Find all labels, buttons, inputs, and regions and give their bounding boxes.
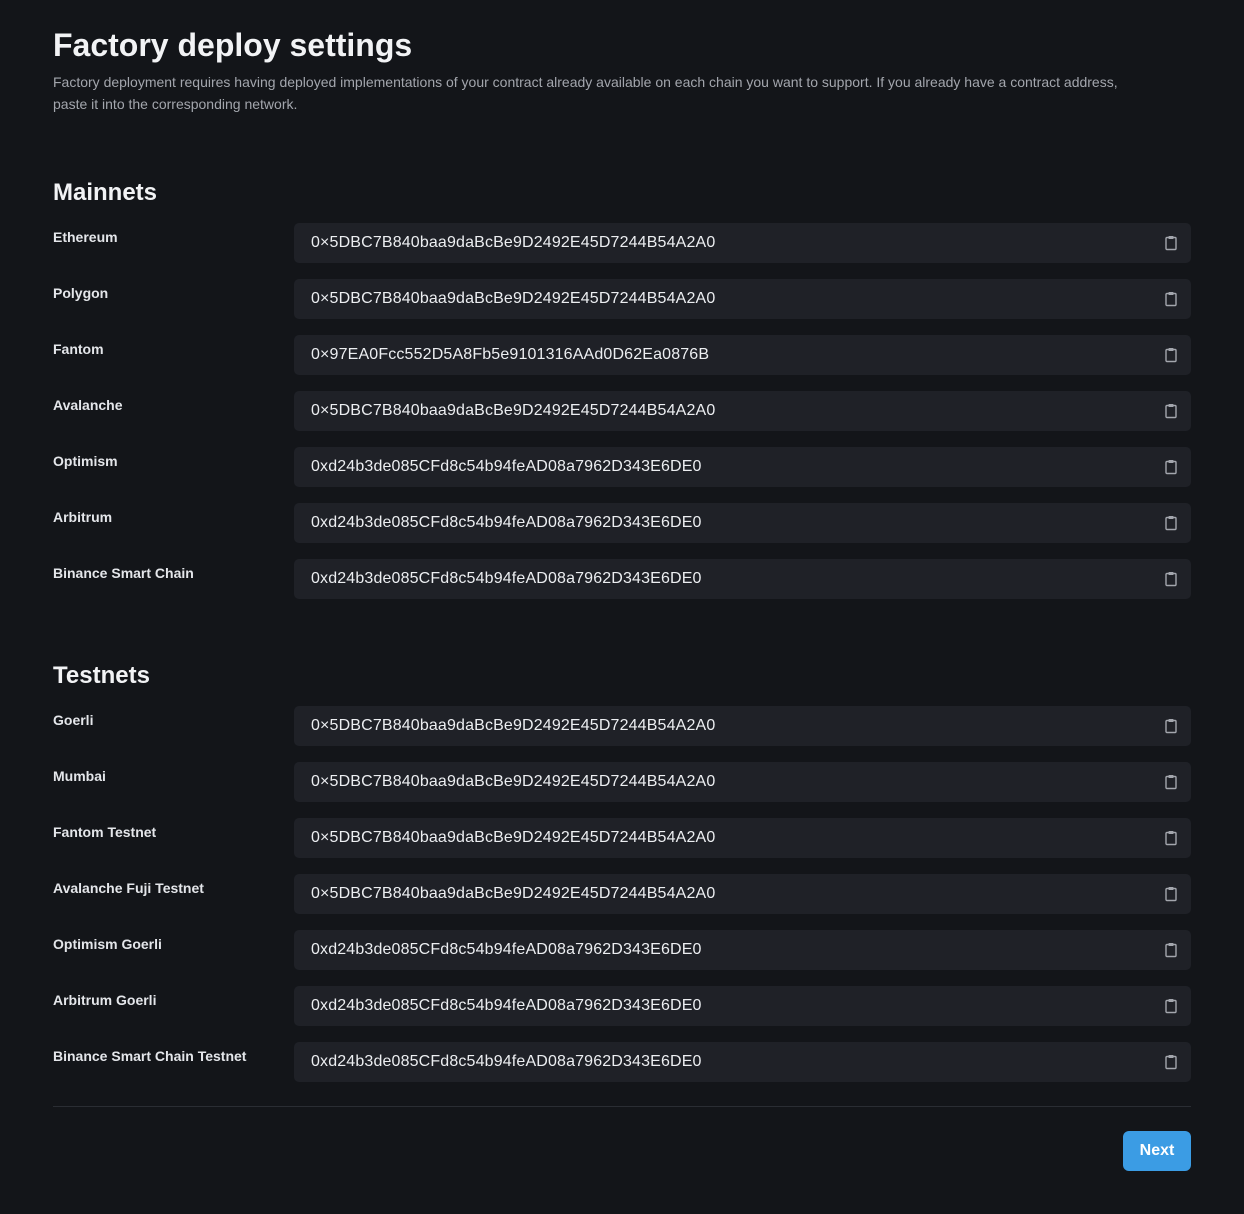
- clipboard-icon[interactable]: [1163, 998, 1179, 1014]
- address-field-container: [294, 559, 1191, 599]
- network-row-avalanche-fuji-testnet: Avalanche Fuji Testnet: [53, 874, 1191, 914]
- clipboard-icon[interactable]: [1163, 403, 1179, 419]
- page-title: Factory deploy settings: [53, 27, 413, 63]
- network-row-fantom-testnet: Fantom Testnet: [53, 818, 1191, 858]
- address-field-container: [294, 818, 1191, 858]
- network-row-mumbai: Mumbai: [53, 762, 1191, 802]
- mainnets-section-title: Mainnets: [53, 179, 158, 206]
- clipboard-icon[interactable]: [1163, 830, 1179, 846]
- clipboard-icon[interactable]: [1163, 774, 1179, 790]
- address-input-polygon[interactable]: [294, 279, 1154, 319]
- network-label: Arbitrum Goerli: [53, 992, 157, 1008]
- address-field-container: [294, 391, 1191, 431]
- address-field-container: [294, 874, 1191, 914]
- network-label: Mumbai: [53, 768, 106, 784]
- network-label: Avalanche: [53, 397, 123, 413]
- network-label: Ethereum: [53, 229, 118, 245]
- address-input-arbitrum-goerli[interactable]: [294, 986, 1154, 1026]
- address-input-mumbai[interactable]: [294, 762, 1154, 802]
- network-label: Binance Smart Chain: [53, 565, 194, 581]
- address-input-goerli[interactable]: [294, 706, 1154, 746]
- address-input-binance-smart-chain-testnet[interactable]: [294, 1042, 1154, 1082]
- clipboard-icon[interactable]: [1163, 515, 1179, 531]
- footer-divider: [53, 1106, 1191, 1107]
- address-field-container: [294, 706, 1191, 746]
- network-label: Fantom: [53, 341, 104, 357]
- address-field-container: [294, 762, 1191, 802]
- clipboard-icon[interactable]: [1163, 886, 1179, 902]
- address-field-container: [294, 223, 1191, 263]
- address-field-container: [294, 279, 1191, 319]
- network-row-optimism: Optimism: [53, 447, 1191, 487]
- network-label: Optimism: [53, 453, 118, 469]
- clipboard-icon[interactable]: [1163, 235, 1179, 251]
- address-input-ethereum[interactable]: [294, 223, 1154, 263]
- clipboard-icon[interactable]: [1163, 571, 1179, 587]
- network-row-fantom: Fantom: [53, 335, 1191, 375]
- network-label: Binance Smart Chain Testnet: [53, 1048, 247, 1064]
- testnets-section-title: Testnets: [53, 662, 150, 689]
- network-label: Avalanche Fuji Testnet: [53, 880, 204, 896]
- address-input-optimism[interactable]: [294, 447, 1154, 487]
- address-field-container: [294, 930, 1191, 970]
- clipboard-icon[interactable]: [1163, 1054, 1179, 1070]
- page-description: Factory deployment requires having deplo…: [53, 74, 1118, 112]
- network-row-arbitrum-goerli: Arbitrum Goerli: [53, 986, 1191, 1026]
- address-field-container: [294, 335, 1191, 375]
- clipboard-icon[interactable]: [1163, 291, 1179, 307]
- network-row-binance-smart-chain: Binance Smart Chain: [53, 559, 1191, 599]
- clipboard-icon[interactable]: [1163, 459, 1179, 475]
- network-label: Goerli: [53, 712, 94, 728]
- network-row-avalanche: Avalanche: [53, 391, 1191, 431]
- address-input-avalanche-fuji-testnet[interactable]: [294, 874, 1154, 914]
- clipboard-icon[interactable]: [1163, 942, 1179, 958]
- address-input-fantom[interactable]: [294, 335, 1154, 375]
- address-input-avalanche[interactable]: [294, 391, 1154, 431]
- address-input-optimism-goerli[interactable]: [294, 930, 1154, 970]
- network-label: Polygon: [53, 285, 109, 301]
- address-field-container: [294, 503, 1191, 543]
- clipboard-icon[interactable]: [1163, 718, 1179, 734]
- next-button[interactable]: Next: [1123, 1131, 1191, 1171]
- network-row-binance-smart-chain-testnet: Binance Smart Chain Testnet: [53, 1042, 1191, 1082]
- address-field-container: [294, 986, 1191, 1026]
- network-label: Fantom Testnet: [53, 824, 157, 840]
- network-label: Optimism Goerli: [53, 936, 162, 952]
- network-label: Arbitrum: [53, 509, 113, 525]
- address-input-arbitrum[interactable]: [294, 503, 1154, 543]
- network-row-optimism-goerli: Optimism Goerli: [53, 930, 1191, 970]
- network-row-ethereum: Ethereum: [53, 223, 1191, 263]
- address-field-container: [294, 447, 1191, 487]
- address-field-container: [294, 1042, 1191, 1082]
- network-row-goerli: Goerli: [53, 706, 1191, 746]
- network-row-polygon: Polygon: [53, 279, 1191, 319]
- address-input-fantom-testnet[interactable]: [294, 818, 1154, 858]
- address-input-binance-smart-chain[interactable]: [294, 559, 1154, 599]
- network-row-arbitrum: Arbitrum: [53, 503, 1191, 543]
- clipboard-icon[interactable]: [1163, 347, 1179, 363]
